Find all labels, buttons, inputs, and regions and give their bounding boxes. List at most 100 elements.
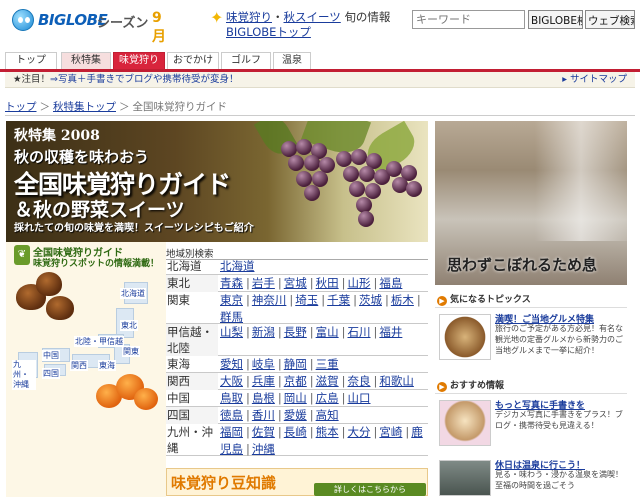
breadcrumb-autumn[interactable]: 秋特集トップ — [53, 101, 116, 113]
tab-autumn[interactable]: 秋特集 — [61, 52, 111, 69]
link-divider: | — [277, 425, 282, 439]
prefecture-link[interactable]: 福井 — [379, 325, 402, 339]
link-divider: | — [246, 441, 250, 456]
prefecture-link[interactable]: 沖縄 — [252, 442, 275, 456]
prefecture-link[interactable]: 埼玉 — [295, 293, 318, 307]
prefecture-link[interactable]: 島根 — [252, 391, 275, 405]
prefecture-link[interactable]: 滋賀 — [316, 374, 339, 388]
chestnut-image — [36, 272, 62, 296]
prefecture-link[interactable]: 山形 — [348, 276, 371, 290]
hero-banner[interactable]: 秋特集 2008 秋の収穫を味わおう 全国味覚狩りガイド ＆秋の野菜スイーツ 採… — [6, 121, 428, 242]
prefecture-link[interactable]: 三重 — [316, 357, 339, 371]
map-label-tokai[interactable]: 東海 — [98, 360, 116, 371]
prefecture-link[interactable]: 長野 — [284, 325, 307, 339]
map-label-shikoku[interactable]: 四国 — [42, 368, 60, 379]
link-divider: | — [373, 325, 378, 339]
tab-mikaku[interactable]: 味覚狩り — [113, 52, 165, 69]
prefecture-link[interactable]: 福島 — [379, 276, 402, 290]
prefecture-link[interactable]: 石川 — [348, 325, 371, 339]
prefecture-link[interactable]: 愛知 — [220, 357, 243, 371]
biglobe-logo[interactable]: BIGLOBE シーズン 9月 ✦ — [12, 6, 223, 45]
arrow-right-icon: ▸ — [562, 74, 570, 85]
prefecture-link[interactable]: 福岡 — [220, 425, 243, 439]
prefecture-link[interactable]: 山梨 — [220, 325, 243, 339]
recommend-item[interactable]: もっと写真に手書きを デジカメ写真に手書きをプラス！ブログ・携帯待受も見違える！ — [435, 398, 627, 450]
prefecture-link[interactable]: 奈良 — [348, 374, 371, 388]
prefecture-link[interactable]: 京都 — [284, 374, 307, 388]
map-label-hokuriku[interactable]: 北陸・甲信越 — [74, 336, 124, 347]
sitemap-link[interactable]: ▸ サイトマップ — [562, 72, 627, 88]
topic-description: 旅行のご予定がある方必見！有名な観光地の定番グルメから新勢力のご当地グルメまで一… — [495, 324, 623, 355]
prefecture-link[interactable]: 岐阜 — [252, 357, 275, 371]
link-divider: | — [309, 357, 314, 371]
onsen-ad-banner[interactable]: 思わずこぼれるため息 — [435, 121, 627, 285]
prefecture-link[interactable]: 新潟 — [252, 325, 275, 339]
prefecture-links: 福岡 | 佐賀 | 長崎 | 熊本 | 大分 | 宮崎 | 鹿児島 | 沖縄 — [220, 424, 428, 457]
keyword-search-input[interactable] — [412, 10, 525, 29]
prefecture-link[interactable]: 兵庫 — [252, 374, 275, 388]
tab-golf[interactable]: ゴルフ — [221, 52, 271, 69]
prefecture-link[interactable]: 宮城 — [284, 276, 307, 290]
prefecture-link[interactable]: 宮崎 — [379, 425, 402, 439]
map-label-kanto[interactable]: 関東 — [122, 346, 140, 357]
web-search-button[interactable]: ウェブ検索 — [585, 10, 635, 29]
tab-odekake[interactable]: おでかけ — [167, 52, 219, 69]
tab-top[interactable]: トップ — [5, 52, 57, 69]
prefecture-link[interactable]: 秋田 — [316, 276, 339, 290]
prefecture-link[interactable]: 山口 — [348, 391, 371, 405]
prefecture-link[interactable]: 岩手 — [252, 276, 275, 290]
link-mikaku[interactable]: 味覚狩り — [226, 10, 272, 24]
map-label-hokkaido[interactable]: 北海道 — [120, 288, 146, 299]
tab-onsen[interactable]: 温泉 — [273, 52, 311, 69]
link-divider: | — [353, 293, 357, 307]
mame-details-button[interactable]: 詳しくはこちらから — [314, 483, 426, 496]
biglobe-search-button[interactable]: BIGLOBE検索 — [528, 10, 583, 29]
prefecture-link[interactable]: 栃木 — [391, 293, 414, 307]
prefecture-link[interactable]: 千葉 — [327, 293, 350, 307]
prefecture-link[interactable]: 群馬 — [220, 310, 243, 324]
prefecture-links: 鳥取 | 島根 | 岡山 | 広島 | 山口 — [220, 390, 428, 407]
prefecture-link[interactable]: 岡山 — [284, 391, 307, 405]
link-biglobe-top[interactable]: BIGLOBEトップ — [226, 25, 311, 39]
map-label-chugoku[interactable]: 中国 — [42, 350, 60, 361]
prefecture-link[interactable]: 富山 — [316, 325, 339, 339]
map-label-kyushu[interactable]: 九州・沖縄 — [12, 360, 36, 390]
prefecture-link[interactable]: 神奈川 — [252, 293, 287, 307]
prefecture-link[interactable]: 長崎 — [284, 425, 307, 439]
link-divider: | — [246, 325, 250, 339]
prefecture-link[interactable]: 鳥取 — [220, 391, 243, 405]
prefecture-link[interactable]: 愛媛 — [284, 408, 307, 422]
map-label-tohoku[interactable]: 東北 — [120, 320, 138, 331]
notice-link[interactable]: ⇒写真＋手書きでブログや携帯待受が変身！ — [50, 74, 238, 85]
header: BIGLOBE シーズン 9月 ✦ 味覚狩り・秋スイーツ 旬の情報 BIGLOB… — [0, 0, 640, 45]
prefecture-link[interactable]: 広島 — [316, 391, 339, 405]
prefecture-link[interactable]: 高知 — [316, 408, 339, 422]
prefecture-link[interactable]: 香川 — [252, 408, 275, 422]
prefecture-link[interactable]: 大阪 — [220, 374, 243, 388]
link-sweets[interactable]: 秋スイーツ — [284, 10, 341, 24]
breadcrumb-current: 全国味覚狩りガイド — [132, 101, 228, 113]
prefecture-link[interactable]: 東京 — [220, 293, 243, 307]
topic-item[interactable]: 満喫！ご当地グルメ特集 旅行のご予定がある方必見！有名な観光地の定番グルメから新… — [435, 312, 627, 364]
recommend-item[interactable]: 休日は温泉に行こう！ 見る・味わう・浸かる温泉を満喫！至福の時間を過ごそう — [435, 458, 627, 498]
link-divider: | — [321, 293, 326, 307]
link-divider: | — [246, 374, 250, 388]
prefecture-link[interactable]: 茨城 — [359, 293, 382, 307]
prefecture-link[interactable]: 徳島 — [220, 408, 243, 422]
link-divider: | — [277, 391, 282, 405]
map-label-kansai[interactable]: 関西 — [70, 360, 88, 371]
link-divider: | — [246, 391, 250, 405]
prefecture-link[interactable]: 北海道 — [220, 259, 255, 273]
prefecture-link[interactable]: 佐賀 — [252, 425, 275, 439]
link-divider: | — [309, 425, 314, 439]
map-badge-subtitle: 味覚狩りスポットの情報満載！ — [33, 259, 160, 269]
prefecture-link[interactable]: 熊本 — [316, 425, 339, 439]
prefecture-link[interactable]: 静岡 — [284, 357, 307, 371]
prefecture-link[interactable]: 大分 — [348, 425, 371, 439]
breadcrumb-top[interactable]: トップ — [5, 101, 37, 113]
hero-kicker: 秋特集 2008 — [14, 128, 100, 144]
link-divider: | — [341, 391, 346, 405]
mame-chishiki-banner[interactable]: 味覚狩り豆知識 詳しくはこちらから — [166, 468, 428, 496]
prefecture-link[interactable]: 青森 — [220, 276, 243, 290]
prefecture-link[interactable]: 和歌山 — [379, 374, 414, 388]
